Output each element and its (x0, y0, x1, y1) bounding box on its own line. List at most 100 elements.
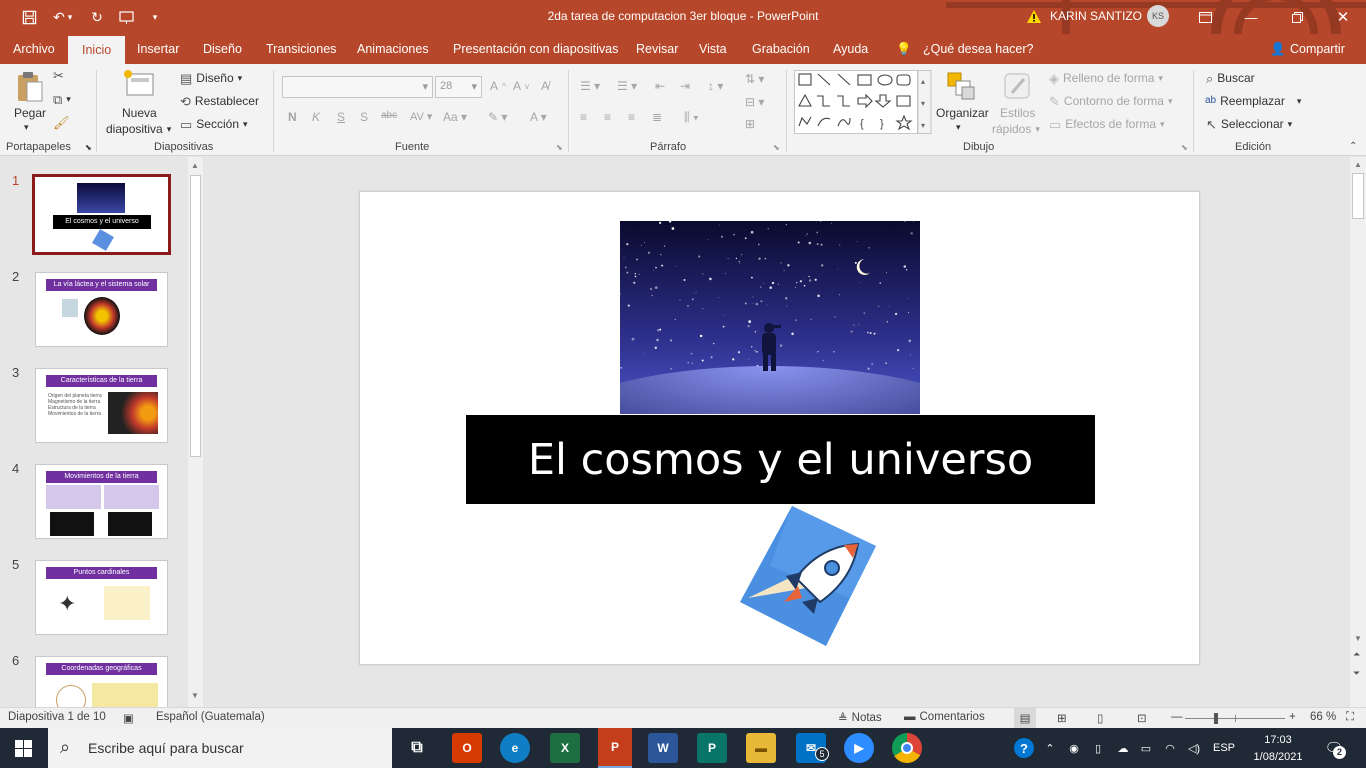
tab-transiciones[interactable]: Transiciones (264, 34, 338, 64)
clock-date[interactable]: 1/08/2021 (1246, 747, 1310, 767)
tab-vista[interactable]: Vista (697, 34, 729, 64)
align-left-icon[interactable]: ≡ (580, 110, 587, 124)
drawing-launcher-icon[interactable]: ⬊ (1181, 143, 1188, 152)
scroll-down-icon[interactable]: ▼ (191, 691, 199, 700)
scrollbar-thumb[interactable] (1352, 173, 1364, 219)
tab-ayuda[interactable]: Ayuda (831, 34, 870, 64)
italic-icon[interactable]: K (312, 110, 320, 124)
wifi-icon[interactable]: ◠ (1160, 728, 1180, 768)
increase-font-size-icon[interactable]: A ^ (490, 79, 506, 93)
arrange-icon[interactable] (946, 71, 976, 101)
language-indicator[interactable]: Español (Guatemala) (156, 711, 265, 723)
fit-slide-icon[interactable]: ⛶ (1346, 711, 1354, 724)
user-name[interactable]: KARIN SANTIZO (1050, 9, 1142, 23)
tab-grabacion[interactable]: Grabación (750, 34, 812, 64)
strikethrough-icon[interactable]: abc (381, 110, 397, 121)
input-language[interactable]: ESP (1210, 728, 1238, 768)
normal-view-icon[interactable]: ▤ (1014, 708, 1036, 728)
slide-scrollbar[interactable]: ▲ ▼ ⏶ ⏷ (1350, 157, 1366, 707)
zoom-level[interactable]: 66 % (1310, 711, 1336, 723)
copy-icon[interactable]: ⧉ ▾ (53, 93, 71, 106)
start-presentation-icon[interactable] (116, 6, 138, 28)
tray-cloud-icon[interactable]: ☁ (1112, 728, 1134, 768)
zoom-out-icon[interactable]: — (1171, 711, 1183, 723)
close-icon[interactable]: ✕ (1320, 0, 1366, 34)
slide-thumbnail-2[interactable]: La vía láctea y el sistema solar (35, 272, 168, 347)
undo-dropdown-chevron-icon[interactable]: ▾ (64, 6, 76, 28)
clipboard-launcher-icon[interactable]: ⬊ (85, 143, 92, 152)
help-icon[interactable]: ? (1012, 728, 1036, 768)
increase-indent-icon[interactable]: ⇥ (680, 79, 690, 93)
tab-archivo[interactable]: Archivo (11, 34, 57, 64)
justify-icon[interactable]: ≣ (652, 110, 662, 124)
previous-slide-icon[interactable]: ⏶ (1353, 649, 1360, 660)
paste-dropdown-chevron-icon[interactable]: ▾ (24, 122, 29, 133)
line-spacing-icon[interactable]: ↕ ▾ (708, 79, 723, 93)
arrange-dropdown-chevron-icon[interactable]: ▾ (956, 122, 961, 133)
arrange-button[interactable]: Organizar (936, 106, 989, 120)
tab-revisar[interactable]: Revisar (634, 34, 680, 64)
new-slide-button[interactable]: Nueva (122, 106, 157, 120)
slide-thumbnail-1[interactable]: El cosmos y el universo (32, 174, 171, 255)
underline-icon[interactable]: S (337, 110, 345, 124)
share-icon[interactable]: 👤 (1268, 34, 1288, 64)
volume-icon[interactable]: ◁) (1184, 728, 1204, 768)
clear-formatting-icon[interactable]: A̸ (541, 79, 549, 93)
replace-button[interactable]: ab Reemplazar ▾ (1205, 94, 1301, 108)
cut-icon[interactable]: ✂ (53, 69, 64, 82)
quick-styles-button[interactable]: Estilos (1000, 106, 1035, 120)
thumbnail-scrollbar[interactable]: ▲ ▼ (188, 157, 203, 707)
decrease-indent-icon[interactable]: ⇤ (655, 79, 665, 93)
zoom-slider-thumb[interactable] (1214, 713, 1219, 724)
zoom-in-icon[interactable]: + (1289, 711, 1296, 723)
align-right-icon[interactable]: ≡ (628, 110, 635, 124)
shape-fill-button[interactable]: ◈ Relleno de forma ▾ (1049, 71, 1163, 85)
warning-icon[interactable] (1026, 9, 1042, 24)
shapes-gallery[interactable]: {} ▴ ▾ ▾ (794, 70, 932, 134)
office-app-icon[interactable]: O (452, 733, 482, 763)
slide-title[interactable]: El cosmos y el universo (466, 415, 1095, 504)
slide-thumbnail-6[interactable]: Coordenadas geográficas (35, 656, 168, 707)
tab-presentacion[interactable]: Presentación con diapositivas (451, 34, 620, 64)
character-spacing-icon[interactable]: AV ▾ (410, 110, 432, 123)
next-slide-icon[interactable]: ⏷ (1353, 668, 1360, 679)
lightbulb-icon[interactable]: 💡 (894, 34, 914, 64)
tab-diseno[interactable]: Diseño (201, 34, 244, 64)
tab-animaciones[interactable]: Animaciones (355, 34, 431, 64)
font-family-input[interactable]: ▾ (282, 76, 433, 98)
minimize-icon[interactable]: — (1228, 0, 1274, 34)
scroll-down-icon[interactable]: ▼ (1354, 634, 1362, 643)
paste-button[interactable]: Pegar (14, 106, 46, 120)
font-launcher-icon[interactable]: ⬊ (556, 143, 563, 152)
change-case-icon[interactable]: Aa ▾ (443, 110, 467, 124)
align-center-icon[interactable]: ≡ (604, 110, 611, 124)
chrome-app-icon[interactable] (892, 733, 922, 763)
paragraph-launcher-icon[interactable]: ⬊ (773, 143, 780, 152)
scroll-up-icon[interactable]: ▲ (1354, 160, 1362, 169)
comments-button[interactable]: ▬ Comentarios (904, 711, 985, 723)
smartart-icon[interactable]: ⊞ (745, 117, 755, 131)
avatar[interactable]: KS (1147, 5, 1169, 27)
redo-icon[interactable]: ↻ (86, 6, 108, 28)
quick-styles-dropdown[interactable]: rápidos ▾ (992, 122, 1040, 136)
file-explorer-icon[interactable]: ▬ (746, 733, 776, 763)
restore-icon[interactable] (1274, 0, 1320, 34)
tray-app-icon[interactable]: ◉ (1064, 728, 1084, 768)
reading-view-icon[interactable]: ▯ (1097, 711, 1103, 725)
publisher-app-icon[interactable]: P (697, 733, 727, 763)
text-direction-icon[interactable]: ⇅ ▾ (745, 72, 764, 86)
slideshow-icon[interactable]: ⊡ (1137, 711, 1147, 725)
spellcheck-icon[interactable]: ▣ (123, 711, 134, 725)
new-slide-icon[interactable] (123, 69, 157, 99)
powerpoint-app-icon[interactable]: P (598, 728, 632, 768)
layout-button[interactable]: ▤ Diseño ▾ (180, 71, 242, 85)
section-button[interactable]: ▭ Sección ▾ (180, 117, 248, 131)
rocket-image[interactable] (740, 506, 876, 646)
tray-device-icon[interactable]: ▯ (1088, 728, 1108, 768)
paste-icon[interactable] (15, 70, 45, 104)
bullets-icon[interactable]: ☰ ▾ (580, 79, 600, 93)
shape-outline-button[interactable]: ✎ Contorno de forma ▾ (1049, 94, 1173, 108)
battery-icon[interactable]: ▭ (1136, 728, 1156, 768)
align-text-icon[interactable]: ⊟ ▾ (745, 95, 764, 109)
customize-toolbar-icon[interactable]: ▾ (144, 6, 166, 28)
